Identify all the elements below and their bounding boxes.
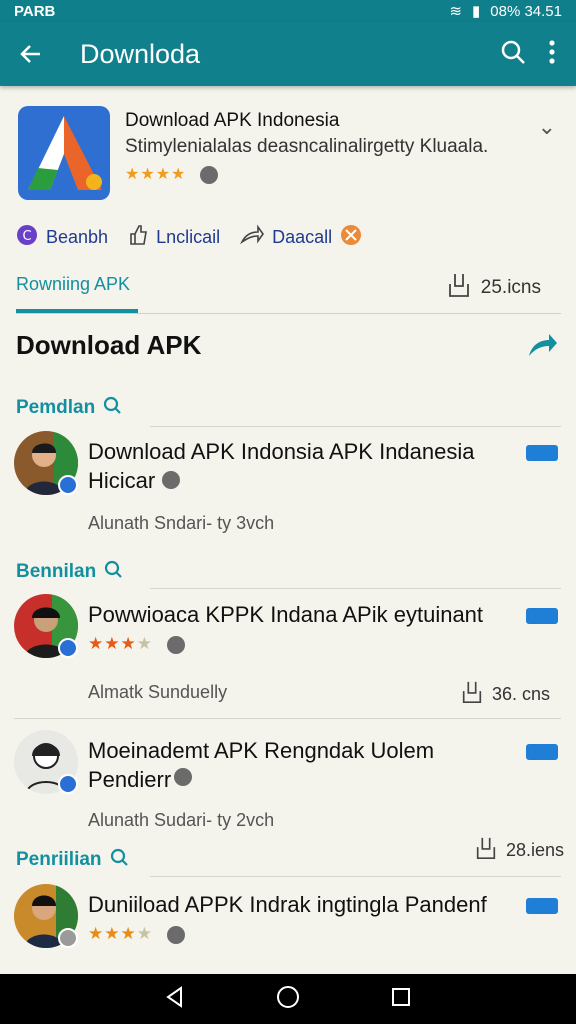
- item-rating: ★★★★: [88, 924, 185, 944]
- play-badge-icon: [58, 475, 78, 495]
- chat-icon: C: [16, 224, 38, 251]
- item-rating: ★★★★: [88, 634, 185, 654]
- divider: [150, 876, 561, 877]
- tab-rowniing-apk[interactable]: Rowniing APK: [16, 274, 130, 295]
- action-label: Daacall: [272, 227, 333, 247]
- verified-badge-icon: [162, 471, 180, 489]
- tab-count: 25.icns: [447, 272, 541, 304]
- item-chip: [526, 898, 558, 914]
- action-row: C Beanbh Lnclicail Daacall: [16, 224, 362, 251]
- app-header: Download APK Indonesia Stimylenialalas d…: [18, 106, 558, 202]
- play-badge-icon: [58, 638, 78, 658]
- orange-badge-icon: [340, 224, 362, 251]
- item-chip: [526, 445, 558, 461]
- download-icon: [474, 836, 498, 865]
- star-rating: ★★★★: [125, 166, 187, 183]
- item-title: Moeinademt APK Rengndak Uolem Pendierr: [88, 738, 435, 792]
- action-label: Beanbh: [46, 227, 109, 247]
- nav-home-icon[interactable]: [276, 985, 300, 1014]
- chevron-down-icon[interactable]: ⌄: [538, 114, 556, 140]
- divider: [150, 426, 561, 427]
- action-daacall[interactable]: Daacall: [240, 224, 362, 251]
- group-label: Penriilian: [16, 848, 128, 872]
- tab-bar: Rowniing APK 25.icns: [16, 266, 561, 314]
- list-item[interactable]: Duniiload APPK Indrak ingtingla Pandenf …: [14, 884, 562, 974]
- item-meta: Almatk Sunduelly: [88, 682, 228, 702]
- section-title: Download APK: [16, 330, 202, 360]
- search-small-icon: [103, 396, 121, 420]
- item-count: 36. cns: [460, 680, 550, 709]
- signal-icon: ▮: [472, 3, 481, 20]
- back-arrow-icon[interactable]: [0, 41, 62, 67]
- share-icon[interactable]: [526, 330, 558, 363]
- share-arrow-icon: [240, 224, 265, 251]
- app-bar: Downloda: [0, 22, 576, 86]
- svg-text:C: C: [22, 229, 31, 244]
- app-name: Download APK Indonesia: [125, 110, 340, 131]
- group-label: Pemdlan: [16, 396, 121, 420]
- system-nav-bar: [0, 974, 576, 1024]
- verified-badge-icon: [174, 768, 192, 786]
- item-count: 28.iens: [474, 836, 564, 865]
- list-item[interactable]: Powwioaca KPPK Indana APik eytuinant ★★★…: [14, 594, 562, 714]
- list-item[interactable]: Download APK Indonsia APK Indanesia Hici…: [14, 431, 562, 551]
- status-right: 08% 34.51: [490, 2, 562, 20]
- item-meta: Alunath Sudari- ty 2vch: [88, 810, 275, 830]
- app-logo: [18, 106, 110, 200]
- count-label: 25.icns: [480, 277, 541, 298]
- download-icon: [447, 272, 471, 304]
- tab-indicator: [16, 309, 138, 313]
- app-subtitle: Stimylenialalas deasncalinalirgetty Klua…: [125, 136, 489, 157]
- verified-badge-icon: [166, 635, 185, 654]
- search-small-icon: [104, 560, 123, 584]
- content: Download APK Indonesia Stimylenialalas d…: [0, 86, 576, 974]
- download-icon: [460, 680, 484, 709]
- verified-badge-icon: [166, 925, 185, 944]
- app-rating: ★★★★: [125, 164, 218, 184]
- action-lnclicail[interactable]: Lnclicail: [128, 224, 220, 251]
- nav-back-icon[interactable]: [165, 985, 185, 1013]
- item-chip: [526, 608, 558, 624]
- page-title: Downloda: [80, 38, 201, 69]
- like-icon: [128, 224, 148, 251]
- item-meta: Alunath Sndari- ty 3vch: [88, 513, 275, 533]
- group-label: Bennilan: [16, 560, 123, 584]
- more-vert-icon[interactable]: [548, 39, 556, 70]
- play-badge-icon: [58, 928, 78, 948]
- item-chip: [526, 744, 558, 760]
- nav-recents-icon[interactable]: [391, 987, 411, 1012]
- divider: [14, 718, 561, 719]
- search-small-icon: [110, 848, 128, 872]
- action-beanbh[interactable]: C Beanbh: [16, 224, 108, 251]
- status-left: PARB: [14, 2, 56, 20]
- wifi-icon: ≋: [449, 3, 462, 20]
- search-icon[interactable]: [500, 39, 526, 70]
- action-label: Lnclicail: [156, 227, 221, 247]
- play-badge-icon: [58, 774, 78, 794]
- item-title: Powwioaca KPPK Indana APik eytuinant: [88, 602, 484, 627]
- list-item[interactable]: Moeinademt APK Rengndak Uolem Pendierr A…: [14, 730, 562, 850]
- verified-badge-icon: [199, 165, 218, 184]
- item-title: Duniiload APPK Indrak ingtingla Pandenf: [88, 892, 487, 917]
- status-bar: PARB ≋ ▮ 08% 34.51: [0, 0, 576, 22]
- item-title: Download APK Indonsia APK Indanesia Hici…: [88, 439, 475, 493]
- divider: [150, 588, 561, 589]
